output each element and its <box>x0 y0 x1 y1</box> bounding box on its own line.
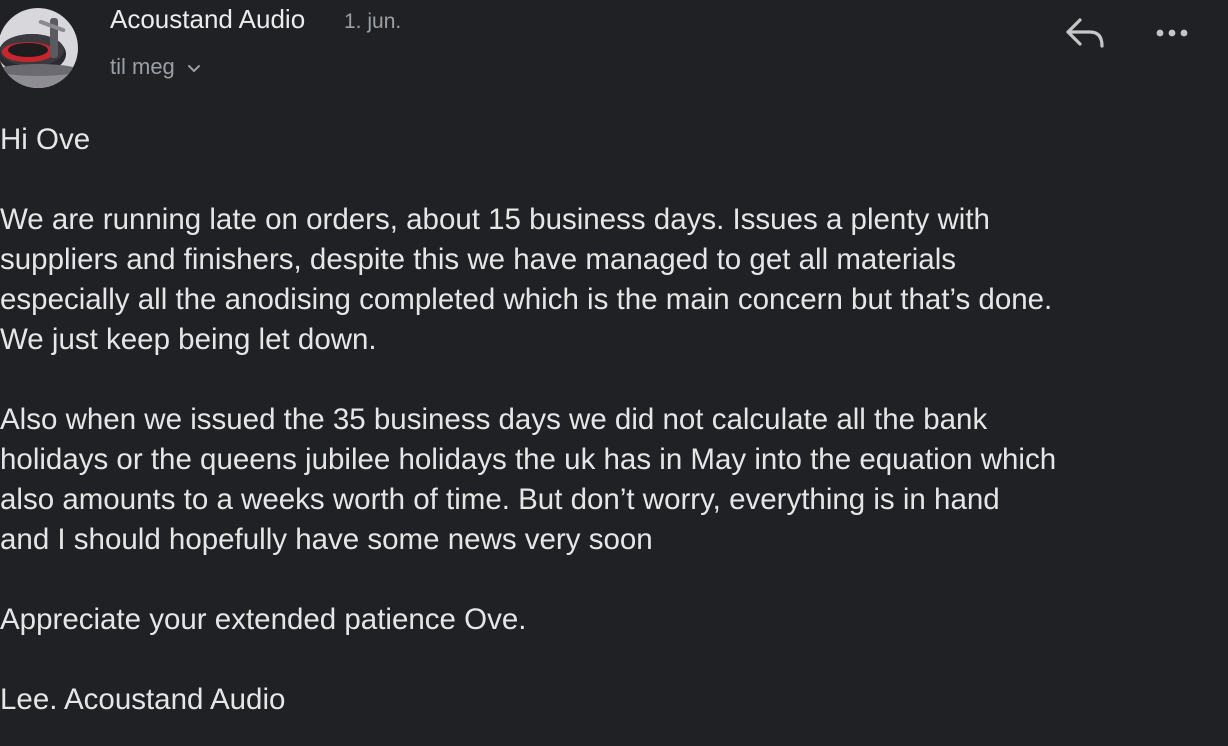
turntable-avatar-icon <box>0 8 78 88</box>
sent-date: 1. jun. <box>344 10 402 33</box>
body-line: holidays or the queens jubilee holidays … <box>0 443 1057 476</box>
signature: Lee. Acoustand Audio <box>0 683 286 716</box>
recipient-details-toggle[interactable]: til meg <box>110 54 201 80</box>
chevron-down-icon <box>187 54 201 80</box>
reply-icon <box>1066 18 1104 48</box>
body-line: suppliers and finishers, despite this we… <box>0 243 956 276</box>
greeting: Hi Ove <box>0 123 91 156</box>
paragraph-running-late: We are running late on orders, about 15 … <box>0 200 1226 360</box>
more-options-button[interactable] <box>1148 12 1200 56</box>
body-line: We are running late on orders, about 15 … <box>0 203 990 236</box>
body-line: and I should hopefully have some news ve… <box>0 523 653 556</box>
body-line: We just keep being let down. <box>0 323 377 356</box>
email-body: Hi Ove We are running late on orders, ab… <box>0 120 1226 746</box>
closing-line: Appreciate your extended patience Ove. <box>0 603 527 636</box>
paragraph-holidays: Also when we issued the 35 business days… <box>0 400 1226 560</box>
recipient-label: til meg <box>110 54 175 79</box>
body-line: also amounts to a weeks worth of time. B… <box>0 483 1000 516</box>
more-horizontal-icon <box>1156 29 1188 37</box>
reply-button[interactable] <box>1058 12 1110 56</box>
body-line: Also when we issued the 35 business days… <box>0 403 988 436</box>
sender-avatar[interactable] <box>0 8 78 88</box>
email-header: Acoustand Audio 1. jun. til meg <box>0 0 1228 100</box>
sender-name[interactable]: Acoustand Audio <box>110 4 305 35</box>
body-line: especially all the anodising completed w… <box>0 283 1053 316</box>
